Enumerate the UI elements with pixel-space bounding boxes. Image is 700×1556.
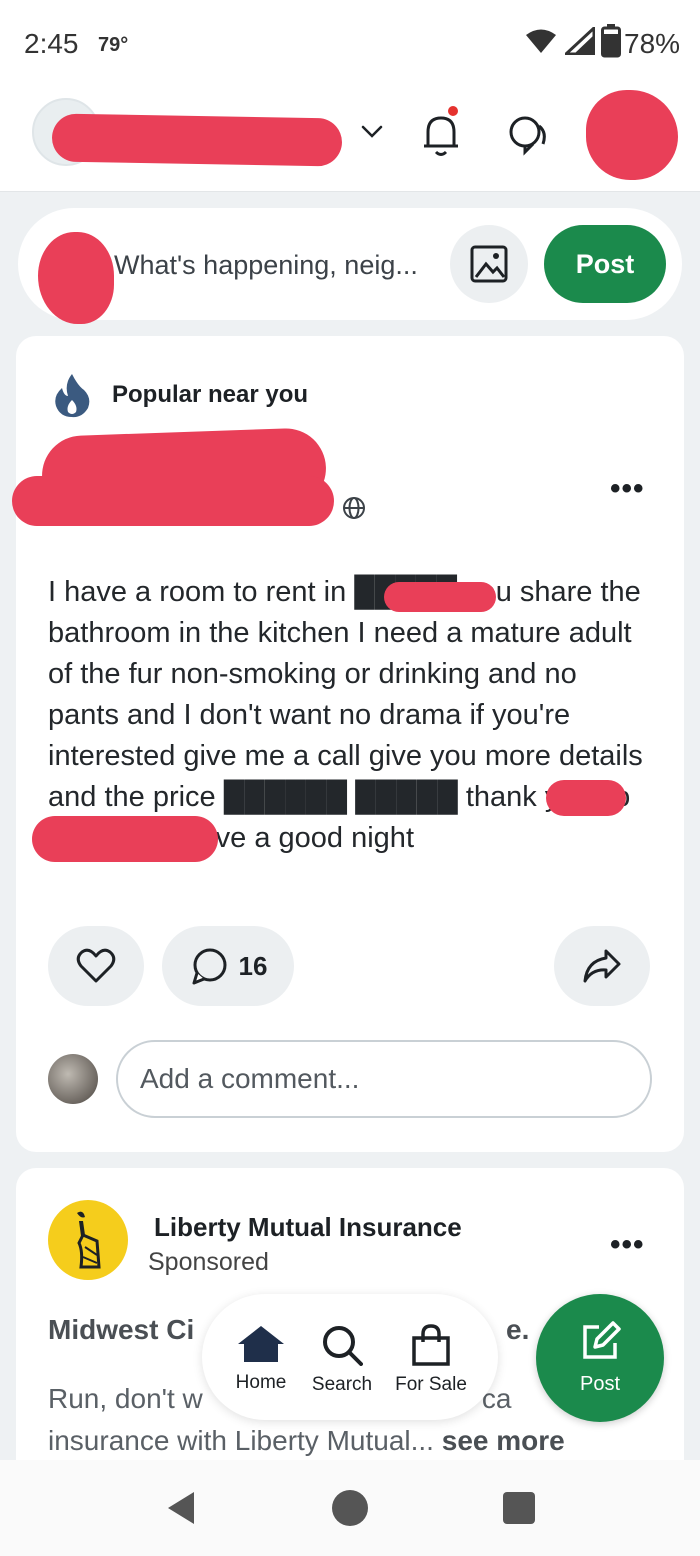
wifi-icon bbox=[526, 29, 556, 53]
ad-more-icon[interactable]: ••• bbox=[610, 1228, 645, 1262]
ad-headline-start: Midwest Ci bbox=[48, 1314, 195, 1345]
status-time: 2:45 bbox=[24, 28, 79, 59]
liberty-mutual-logo[interactable] bbox=[48, 1200, 128, 1280]
home-button-icon[interactable] bbox=[332, 1490, 368, 1526]
status-temperature: 79° bbox=[98, 34, 129, 56]
compose-bar[interactable]: What's happening, neig... Post bbox=[18, 208, 682, 324]
sponsored-label: Sponsored bbox=[148, 1248, 269, 1276]
globe-icon bbox=[343, 497, 365, 519]
redacted-user-avatar bbox=[38, 232, 114, 324]
share-icon bbox=[583, 949, 621, 983]
nav-home[interactable]: Home bbox=[216, 1324, 306, 1394]
post-button[interactable]: Post bbox=[544, 225, 666, 303]
top-header bbox=[0, 88, 700, 192]
heart-icon bbox=[76, 948, 116, 983]
compose-placeholder[interactable]: What's happening, neig... bbox=[114, 250, 418, 281]
post-card: Popular near you ••• I have a room to re… bbox=[12, 336, 684, 1152]
messages-icon[interactable] bbox=[505, 112, 551, 163]
comment-icon bbox=[192, 948, 227, 985]
popular-tag: Popular near you bbox=[52, 372, 308, 418]
ad-headline-end: e. bbox=[506, 1314, 530, 1345]
like-button[interactable] bbox=[48, 926, 144, 1006]
redacted-phone bbox=[32, 816, 218, 862]
signal-icon bbox=[565, 27, 595, 55]
bell-icon[interactable] bbox=[420, 110, 462, 160]
status-bar: 2:45 79° 78% bbox=[0, 0, 700, 88]
statue-of-liberty-icon bbox=[77, 1211, 101, 1269]
nav-search-label: Search bbox=[311, 1374, 373, 1395]
see-more-link[interactable]: see more bbox=[442, 1425, 565, 1456]
comment-button[interactable]: 16 bbox=[162, 926, 294, 1006]
add-photo-button[interactable] bbox=[450, 225, 528, 303]
notification-badge bbox=[446, 104, 460, 118]
image-icon bbox=[470, 245, 508, 283]
share-button[interactable] bbox=[554, 926, 650, 1006]
recents-icon[interactable] bbox=[503, 1492, 535, 1524]
fab-label: Post bbox=[579, 1372, 621, 1395]
ad-body-line2: insurance with Liberty Mutual... bbox=[48, 1425, 434, 1456]
redacted-author-meta bbox=[12, 476, 334, 526]
comment-count: 16 bbox=[238, 950, 268, 981]
home-icon bbox=[238, 1326, 284, 1362]
redacted-price bbox=[546, 780, 626, 816]
search-icon bbox=[323, 1326, 363, 1366]
nav-for-sale[interactable]: For Sale bbox=[386, 1324, 476, 1396]
edit-icon bbox=[583, 1320, 621, 1359]
redacted-neighborhood-name[interactable] bbox=[51, 113, 343, 167]
flame-icon bbox=[55, 374, 90, 418]
battery-icon bbox=[601, 24, 621, 58]
shopping-bag-icon bbox=[412, 1324, 450, 1366]
current-user-avatar bbox=[48, 1054, 98, 1104]
ad-body-start: Run, don't w bbox=[48, 1383, 203, 1414]
new-post-fab[interactable]: Post bbox=[536, 1294, 664, 1422]
status-battery: 78% bbox=[624, 28, 681, 59]
back-icon[interactable] bbox=[166, 1490, 196, 1526]
system-nav-bar bbox=[0, 1460, 700, 1556]
redacted-location bbox=[384, 582, 496, 612]
nav-for-sale-label: For Sale bbox=[395, 1374, 467, 1395]
popular-label: Popular near you bbox=[112, 381, 309, 408]
comment-input[interactable]: Add a comment... bbox=[116, 1040, 652, 1118]
post-more-icon[interactable]: ••• bbox=[610, 472, 645, 506]
sponsor-name[interactable]: Liberty Mutual Insurance bbox=[154, 1212, 462, 1243]
chevron-down-icon[interactable] bbox=[360, 124, 384, 140]
bottom-nav: Home Search For Sale bbox=[202, 1294, 498, 1420]
nav-search[interactable]: Search bbox=[297, 1324, 387, 1396]
nav-home-label: Home bbox=[235, 1372, 287, 1393]
redacted-profile-avatar[interactable] bbox=[586, 90, 678, 180]
